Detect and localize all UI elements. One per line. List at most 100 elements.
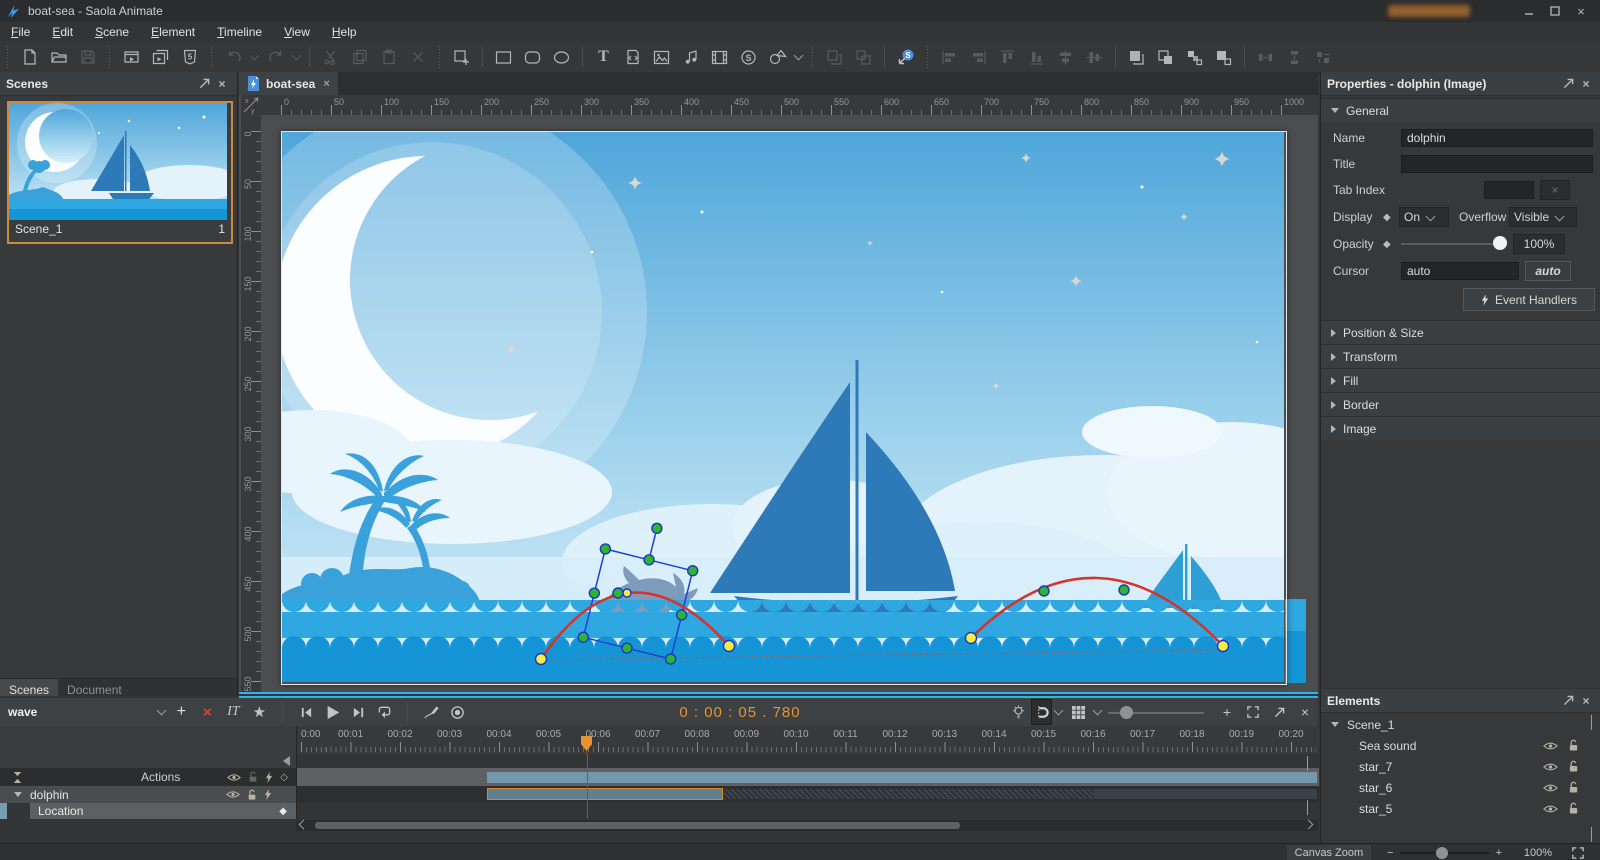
rounded-rectangle-tool-button[interactable]: [519, 45, 546, 69]
open-project-button[interactable]: [45, 45, 72, 69]
preview-project-button[interactable]: [147, 45, 174, 69]
scenes-close-button[interactable]: ×: [213, 76, 231, 92]
timeline-fit-button[interactable]: [1240, 700, 1266, 724]
timeline-h-scrollbar[interactable]: [296, 819, 1318, 831]
menu-timeline[interactable]: Timeline: [206, 23, 273, 41]
tabindex-clear-button[interactable]: ×: [1540, 180, 1570, 200]
element-row-scene[interactable]: Scene_1: [1321, 714, 1587, 735]
opacity-slider-thumb[interactable]: [1493, 236, 1507, 250]
go-to-end-button[interactable]: [345, 700, 371, 724]
section-border[interactable]: Border: [1321, 392, 1600, 416]
close-window-button[interactable]: ×: [1568, 2, 1594, 20]
elements-popout-button[interactable]: [1559, 693, 1577, 709]
copy-button[interactable]: [346, 45, 373, 69]
distribute-h-button[interactable]: [1252, 45, 1279, 69]
track-scroll-up[interactable]: [1305, 756, 1315, 771]
event-handlers-button[interactable]: Event Handlers: [1463, 288, 1595, 311]
fit-canvas-button[interactable]: [1566, 847, 1590, 859]
timeline-close-button[interactable]: ×: [1292, 700, 1318, 724]
lightning-icon[interactable]: [264, 789, 272, 800]
lock-icon[interactable]: [248, 771, 258, 783]
lock-icon[interactable]: [1568, 739, 1579, 752]
stage-canvas[interactable]: [282, 132, 1284, 682]
timeline-actions-header-row[interactable]: Actions ◇: [0, 768, 296, 787]
row-expanded-icon[interactable]: [14, 792, 22, 797]
canvas-viewport[interactable]: [261, 115, 1318, 694]
animation-select-chevron-icon[interactable]: [156, 705, 167, 716]
lock-icon[interactable]: [247, 789, 257, 801]
collapse-left-pane-icon[interactable]: [283, 756, 290, 766]
path-endpoint[interactable]: [1216, 639, 1230, 653]
paste-button[interactable]: [375, 45, 402, 69]
elements-scroll-up[interactable]: [1589, 715, 1599, 730]
toolbar-grip[interactable]: [209, 46, 214, 68]
document-tab-close-icon[interactable]: ×: [323, 78, 329, 90]
undo-button[interactable]: [220, 45, 247, 69]
section-transform[interactable]: Transform: [1321, 344, 1600, 368]
lock-icon[interactable]: [1568, 781, 1579, 794]
add-animation-button[interactable]: +: [168, 700, 194, 724]
menu-help[interactable]: Help: [321, 23, 368, 41]
send-backward-button[interactable]: [1210, 45, 1237, 69]
bring-to-front-button[interactable]: [1123, 45, 1150, 69]
path-keyframe-point[interactable]: [1118, 584, 1130, 596]
lock-icon[interactable]: [1568, 802, 1579, 815]
properties-close-button[interactable]: ×: [1577, 76, 1595, 92]
path-keyframe-point[interactable]: [612, 587, 624, 599]
elements-scroll-down[interactable]: [1589, 827, 1599, 842]
new-project-button[interactable]: [16, 45, 43, 69]
toolbar-grip[interactable]: [810, 46, 815, 68]
dolphin-animation-bar[interactable]: [487, 772, 1317, 783]
opacity-slider-track[interactable]: [1401, 243, 1501, 245]
section-position-size[interactable]: Position & Size: [1321, 320, 1600, 344]
redo-button[interactable]: [262, 45, 289, 69]
preview-scene-button[interactable]: [118, 45, 145, 69]
timeline-scroll-thumb[interactable]: [315, 822, 960, 829]
html5-export-button[interactable]: 5: [176, 45, 203, 69]
toolbar-grip[interactable]: [5, 46, 10, 68]
more-shapes-chevron-icon[interactable]: [793, 50, 804, 61]
section-fill[interactable]: Fill: [1321, 368, 1600, 392]
insert-pane-button[interactable]: [448, 45, 475, 69]
location-tail-span[interactable]: [1094, 789, 1317, 799]
toolbar-grip[interactable]: [107, 46, 112, 68]
html-widget-tool-button[interactable]: [619, 45, 646, 69]
collapse-rows-icon[interactable]: [12, 772, 23, 783]
document-tab[interactable]: boat-sea ×: [239, 72, 338, 95]
grid-options-chevron-icon[interactable]: [1092, 705, 1103, 716]
path-keyframe-point[interactable]: [1038, 585, 1050, 597]
maximize-button[interactable]: [1542, 2, 1568, 20]
ungroup-button[interactable]: [850, 45, 877, 69]
align-left-button[interactable]: [936, 45, 963, 69]
toolbar-grip[interactable]: [437, 46, 442, 68]
scroll-right-icon[interactable]: [1303, 819, 1314, 829]
overflow-dropdown[interactable]: Visible: [1509, 207, 1577, 227]
rename-animation-button[interactable]: IT: [220, 700, 246, 724]
path-current-point[interactable]: [622, 588, 632, 598]
ruler-corner[interactable]: xy: [241, 95, 261, 115]
remove-animation-button[interactable]: ×: [194, 700, 220, 724]
record-button[interactable]: [444, 700, 470, 724]
keyframe-diamond-icon[interactable]: ◇: [280, 772, 288, 783]
section-general[interactable]: General: [1321, 98, 1600, 122]
tree-expanded-icon[interactable]: [1331, 722, 1339, 727]
cursor-input[interactable]: [1401, 262, 1519, 280]
group-button[interactable]: [821, 45, 848, 69]
panel-splitter[interactable]: [239, 692, 1318, 694]
menu-element[interactable]: Element: [140, 23, 206, 41]
align-center-h-button[interactable]: [1052, 45, 1079, 69]
playhead-line[interactable]: [587, 754, 588, 819]
text-tool-button[interactable]: T: [590, 45, 617, 69]
keyframe-diamond-icon[interactable]: ◆: [279, 806, 287, 817]
align-right-button[interactable]: [965, 45, 992, 69]
visibility-eye-icon[interactable]: [1543, 804, 1558, 814]
visibility-eye-icon[interactable]: [227, 773, 241, 782]
element-sea[interactable]: [282, 600, 1284, 682]
name-input[interactable]: [1401, 129, 1593, 147]
tabindex-input[interactable]: [1484, 181, 1534, 199]
element-row-star6[interactable]: star_6: [1321, 777, 1587, 798]
timeline-row-dolphin[interactable]: dolphin: [0, 786, 296, 804]
opacity-keyframe-icon[interactable]: ◆: [1383, 239, 1391, 250]
save-button[interactable]: [74, 45, 101, 69]
section-image[interactable]: Image: [1321, 416, 1600, 440]
